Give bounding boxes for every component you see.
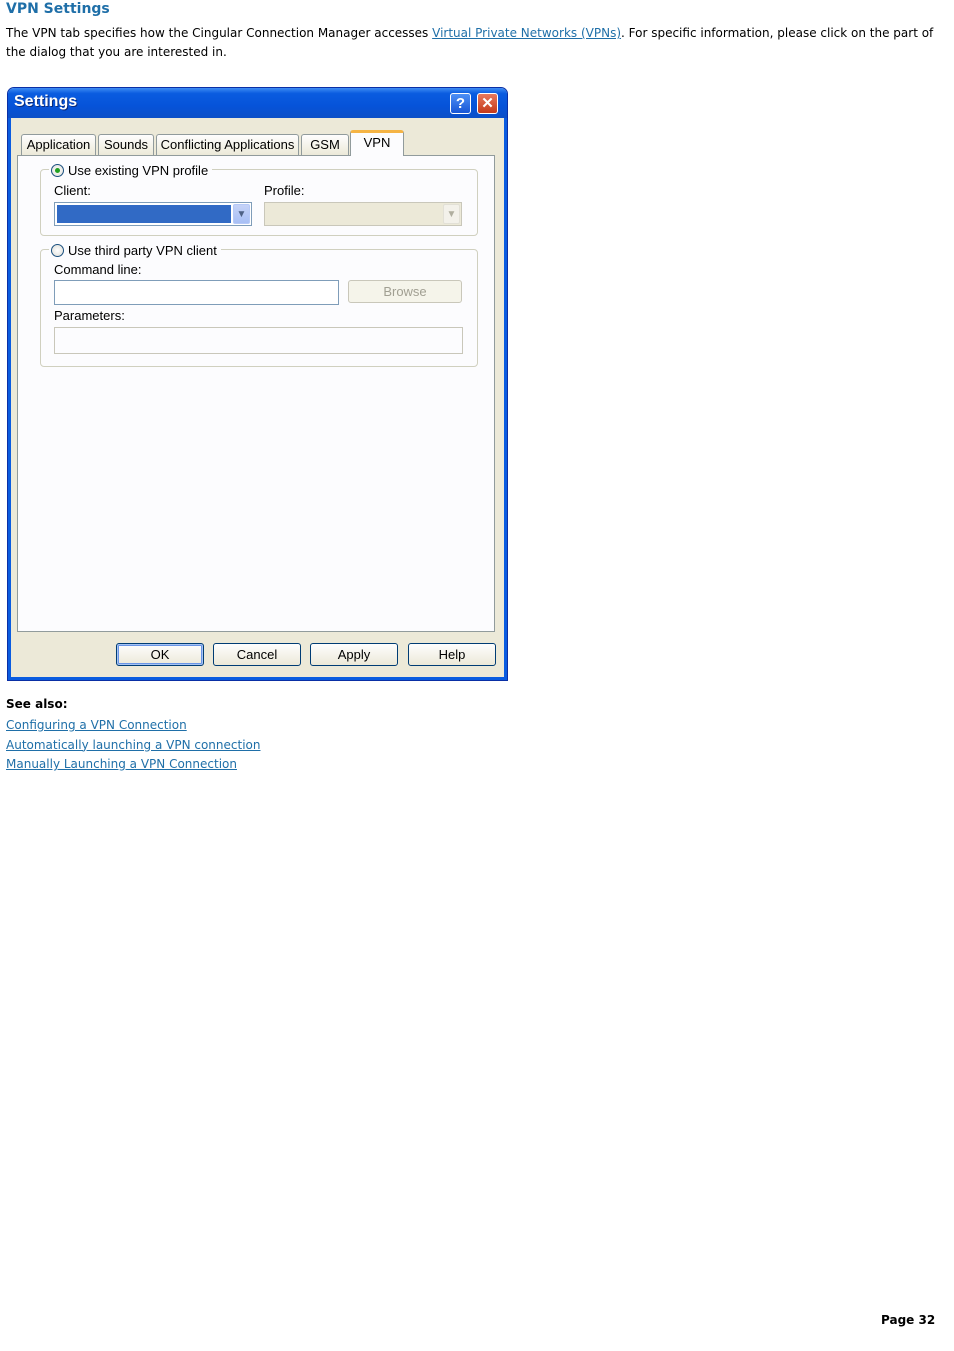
apply-button[interactable]: Apply: [310, 643, 398, 666]
close-icon[interactable]: ✕: [477, 93, 498, 114]
vpn-tab-panel: Use existing VPN profile Client: ▼ Profi…: [17, 155, 495, 632]
tab-application[interactable]: Application: [21, 134, 96, 155]
existing-vpn-radio[interactable]: [51, 163, 64, 177]
see-also-heading: See also:: [6, 697, 68, 711]
tab-gsm[interactable]: GSM: [301, 134, 349, 155]
see-also-links: Configuring a VPN Connection Automatical…: [6, 716, 260, 775]
third-party-radio[interactable]: [51, 243, 64, 257]
parameters-label: Parameters:: [54, 308, 125, 323]
intro-text: The VPN tab specifies how the Cingular C…: [6, 26, 433, 40]
dialog-frame-bottom: [8, 677, 507, 680]
page-number: Page 32: [881, 1313, 936, 1327]
page-title: VPN Settings: [6, 1, 110, 17]
third-party-radio-label[interactable]: Use third party VPN client: [68, 243, 217, 258]
chevron-down-icon[interactable]: ▼: [233, 204, 250, 224]
help-question-icon[interactable]: ?: [450, 93, 471, 114]
client-selected-value: [57, 205, 231, 223]
tab-vpn[interactable]: VPN: [350, 130, 404, 156]
link-configuring-vpn[interactable]: Configuring a VPN Connection: [6, 716, 260, 736]
existing-vpn-radio-label[interactable]: Use existing VPN profile: [68, 163, 208, 178]
command-line-label: Command line:: [54, 262, 142, 277]
settings-dialog: Settings ? ✕ Application Sounds Conflict…: [7, 87, 508, 681]
title-bar[interactable]: Settings ? ✕: [8, 88, 507, 118]
tab-sounds[interactable]: Sounds: [98, 134, 154, 155]
link-auto-launch-vpn[interactable]: Automatically launching a VPN connection: [6, 736, 260, 756]
help-button[interactable]: Help: [408, 643, 496, 666]
client-label: Client:: [54, 183, 91, 198]
profile-label: Profile:: [264, 183, 305, 198]
command-line-input[interactable]: [54, 280, 339, 305]
tab-conflicting-applications[interactable]: Conflicting Applications: [156, 134, 299, 155]
browse-button[interactable]: Browse: [348, 280, 462, 303]
cancel-button[interactable]: Cancel: [213, 643, 301, 666]
client-dropdown[interactable]: ▼: [54, 202, 252, 226]
intro-paragraph: The VPN tab specifies how the Cingular C…: [6, 24, 946, 62]
chevron-down-icon: ▼: [443, 204, 460, 224]
profile-dropdown[interactable]: ▼: [264, 202, 462, 226]
link-manual-launch-vpn[interactable]: Manually Launching a VPN Connection: [6, 755, 260, 775]
dialog-title: Settings: [14, 93, 78, 110]
parameters-input[interactable]: [54, 327, 463, 354]
dialog-frame-right: [504, 118, 507, 680]
third-party-legend: Use third party VPN client: [49, 242, 221, 258]
dialog-frame-left: [8, 118, 11, 680]
vpn-link[interactable]: Virtual Private Networks (VPNs): [432, 26, 621, 40]
ok-button[interactable]: OK: [116, 643, 204, 666]
existing-vpn-legend: Use existing VPN profile: [49, 162, 213, 178]
